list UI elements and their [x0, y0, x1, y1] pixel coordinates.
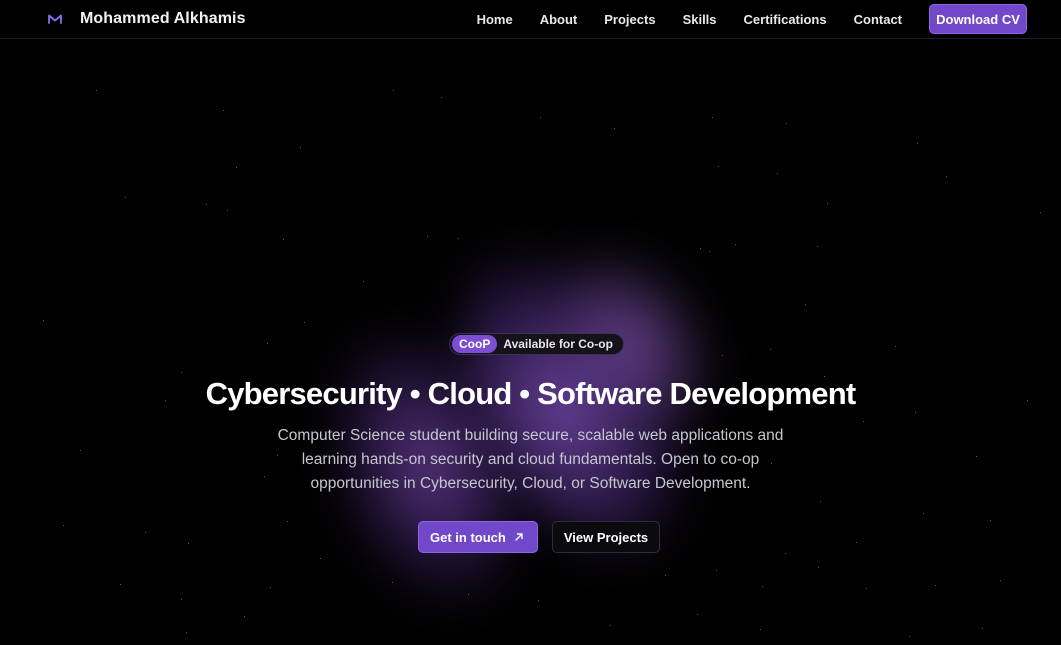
get-in-touch-button[interactable]: Get in touch [418, 521, 538, 553]
nav-link-contact[interactable]: Contact [854, 12, 902, 27]
download-cv-button[interactable]: Download CV [929, 4, 1027, 34]
nav-link-certifications[interactable]: Certifications [744, 12, 827, 27]
nav-link-about[interactable]: About [540, 12, 578, 27]
hero-title: Cybersecurity • Cloud • Software Develop… [205, 376, 857, 411]
coop-pill: CooP [452, 335, 498, 353]
availability-badge: CooP Available for Co-op [449, 333, 624, 355]
nav-link-home[interactable]: Home [477, 12, 513, 27]
brand-name: Mohammed Alkhamis [80, 10, 246, 27]
brand-home-link[interactable]: Mohammed Alkhamis [48, 8, 246, 30]
hero-section: CooP Available for Co-op Cybersecurity •… [0, 0, 1061, 645]
get-in-touch-label: Get in touch [430, 529, 506, 545]
hero-subtitle: Computer Science student building secure… [277, 427, 784, 492]
nav-link-projects[interactable]: Projects [604, 12, 655, 27]
nav-link-skills[interactable]: Skills [683, 12, 717, 27]
hero-cta-row: Get in touch View Projects [418, 521, 661, 553]
nav-links: Home About Projects Skills Certification… [477, 0, 902, 38]
m-logo-icon [48, 14, 62, 24]
arrow-up-right-icon [515, 533, 523, 541]
availability-text: Available for Co-op [503, 337, 613, 351]
portfolio-page: Mohammed Alkhamis Home About Projects Sk… [0, 0, 1061, 645]
top-navigation-bar: Mohammed Alkhamis Home About Projects Sk… [0, 0, 1061, 39]
view-projects-button[interactable]: View Projects [551, 521, 661, 553]
